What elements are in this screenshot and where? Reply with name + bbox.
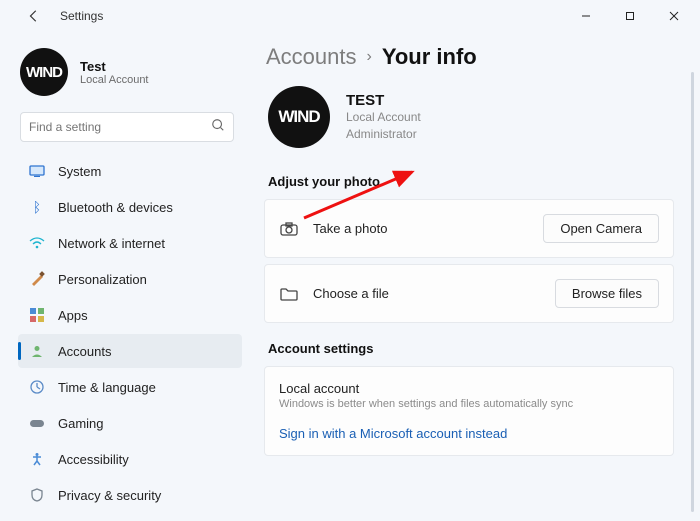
- nav-accounts[interactable]: Accounts: [18, 334, 242, 368]
- local-account-card: Local account Windows is better when set…: [264, 366, 674, 456]
- maximize-button[interactable]: [608, 2, 652, 30]
- nav-bluetooth[interactable]: ᛒ Bluetooth & devices: [18, 190, 242, 224]
- open-camera-button[interactable]: Open Camera: [543, 214, 659, 243]
- nav-label: Privacy & security: [58, 488, 161, 503]
- user-type: Local Account: [80, 74, 149, 86]
- profile-acct-type: Local Account: [346, 109, 421, 126]
- folder-icon: [279, 284, 299, 304]
- gaming-icon: [28, 414, 46, 432]
- nav-label: Bluetooth & devices: [58, 200, 173, 215]
- main-pane: Accounts › Your info WIND TEST Local Acc…: [250, 32, 700, 521]
- nav-label: Accessibility: [58, 452, 129, 467]
- nav-system[interactable]: System: [18, 154, 242, 188]
- sign-in-ms-account-link[interactable]: Sign in with a Microsoft account instead: [279, 426, 659, 441]
- user-name: Test: [80, 59, 149, 74]
- take-photo-card: Take a photo Open Camera: [264, 199, 674, 258]
- search-icon: [211, 118, 225, 137]
- choose-file-card: Choose a file Browse files: [264, 264, 674, 323]
- nav-label: Personalization: [58, 272, 147, 287]
- system-icon: [28, 162, 46, 180]
- title-bar: Settings: [0, 0, 700, 32]
- nav-privacy[interactable]: Privacy & security: [18, 478, 242, 512]
- local-account-subtitle: Windows is better when settings and file…: [279, 398, 659, 410]
- wifi-icon: [28, 234, 46, 252]
- nav-label: Time & language: [58, 380, 156, 395]
- nav-label: System: [58, 164, 101, 179]
- search-input[interactable]: [29, 120, 211, 134]
- breadcrumb-parent[interactable]: Accounts: [266, 44, 357, 70]
- accessibility-icon: [28, 450, 46, 468]
- nav-personalization[interactable]: Personalization: [18, 262, 242, 296]
- camera-icon: [279, 219, 299, 239]
- apps-icon: [28, 306, 46, 324]
- bluetooth-icon: ᛒ: [28, 198, 46, 216]
- profile-block: WIND TEST Local Account Administrator: [268, 86, 674, 148]
- photo-heading: Adjust your photo: [268, 174, 674, 189]
- back-button[interactable]: [20, 2, 48, 30]
- close-button[interactable]: [652, 2, 696, 30]
- account-settings-heading: Account settings: [268, 341, 674, 356]
- breadcrumb: Accounts › Your info: [266, 44, 674, 70]
- avatar: WIND: [268, 86, 330, 148]
- nav-label: Apps: [58, 308, 88, 323]
- search-box[interactable]: [20, 112, 234, 142]
- profile-role: Administrator: [346, 126, 421, 143]
- nav-accessibility[interactable]: Accessibility: [18, 442, 242, 476]
- minimize-button[interactable]: [564, 2, 608, 30]
- clock-icon: [28, 378, 46, 396]
- person-icon: [28, 342, 46, 360]
- nav-network[interactable]: Network & internet: [18, 226, 242, 260]
- window-title: Settings: [60, 9, 103, 23]
- nav-label: Network & internet: [58, 236, 165, 251]
- local-account-title: Local account: [279, 381, 659, 396]
- profile-name: TEST: [346, 92, 421, 109]
- nav-label: Gaming: [58, 416, 104, 431]
- brush-icon: [28, 270, 46, 288]
- chevron-right-icon: ›: [367, 48, 372, 66]
- shield-icon: [28, 486, 46, 504]
- nav-label: Accounts: [58, 344, 111, 359]
- browse-files-button[interactable]: Browse files: [555, 279, 659, 308]
- take-photo-label: Take a photo: [313, 221, 529, 236]
- sidebar-user[interactable]: WIND Test Local Account: [20, 48, 242, 96]
- choose-file-label: Choose a file: [313, 286, 541, 301]
- nav-apps[interactable]: Apps: [18, 298, 242, 332]
- avatar: WIND: [20, 48, 68, 96]
- nav-gaming[interactable]: Gaming: [18, 406, 242, 440]
- sidebar: WIND Test Local Account System ᛒ Bluetoot…: [0, 32, 250, 521]
- breadcrumb-current: Your info: [382, 44, 477, 70]
- nav-time[interactable]: Time & language: [18, 370, 242, 404]
- scrollbar[interactable]: [691, 72, 694, 512]
- nav: System ᛒ Bluetooth & devices Network & in…: [18, 154, 242, 512]
